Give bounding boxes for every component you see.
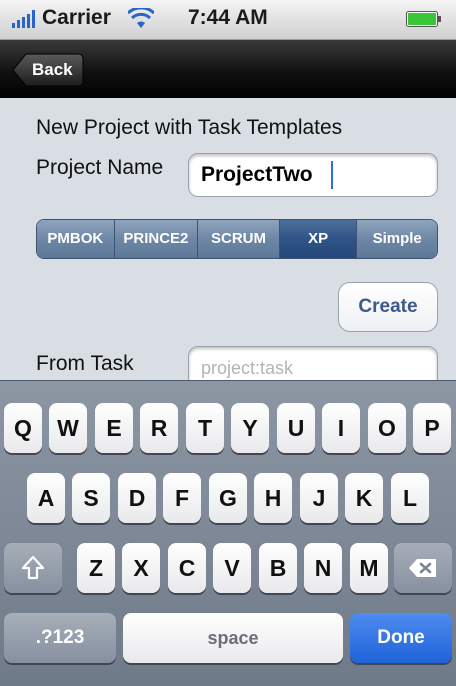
key-q[interactable]: Q bbox=[4, 403, 42, 453]
shift-icon bbox=[21, 555, 45, 580]
key-w[interactable]: W bbox=[49, 403, 87, 453]
space-key[interactable]: space bbox=[123, 613, 343, 663]
project-name-value: ProjectTwo bbox=[201, 163, 313, 186]
done-key[interactable]: Done bbox=[350, 613, 452, 663]
project-name-label: Project Name bbox=[36, 156, 164, 179]
back-button[interactable]: Back bbox=[12, 53, 84, 87]
create-button[interactable]: Create bbox=[338, 282, 438, 332]
key-i[interactable]: I bbox=[322, 403, 360, 453]
wifi-icon bbox=[128, 8, 154, 28]
text-cursor bbox=[331, 161, 333, 189]
from-task-label: From Task bbox=[36, 352, 134, 375]
key-b[interactable]: B bbox=[259, 543, 297, 593]
navigation-bar: Back bbox=[0, 40, 456, 98]
key-y[interactable]: Y bbox=[231, 403, 269, 453]
key-n[interactable]: N bbox=[304, 543, 342, 593]
key-d[interactable]: D bbox=[118, 473, 156, 523]
key-e[interactable]: E bbox=[95, 403, 133, 453]
new-project-form: New Project with Task Templates Project … bbox=[0, 98, 456, 390]
from-task-placeholder: project:task bbox=[201, 358, 294, 378]
numbers-key[interactable]: .?123 bbox=[4, 613, 116, 663]
key-f[interactable]: F bbox=[163, 473, 201, 523]
key-s[interactable]: S bbox=[72, 473, 110, 523]
status-time: 7:44 AM bbox=[188, 6, 268, 29]
key-g[interactable]: G bbox=[209, 473, 247, 523]
segment-xp[interactable]: XP bbox=[279, 220, 358, 258]
key-v[interactable]: V bbox=[213, 543, 251, 593]
key-h[interactable]: H bbox=[254, 473, 292, 523]
segment-pmbok[interactable]: PMBOK bbox=[37, 220, 115, 258]
shift-key[interactable] bbox=[4, 543, 62, 593]
project-name-field[interactable]: ProjectTwo bbox=[188, 153, 438, 197]
status-bar: Carrier 7:44 AM bbox=[0, 0, 456, 40]
key-x[interactable]: X bbox=[122, 543, 160, 593]
delete-key[interactable] bbox=[394, 543, 452, 593]
back-button-label: Back bbox=[32, 60, 73, 79]
template-segmented-control: PMBOK PRINCE2 SCRUM XP Simple bbox=[36, 219, 438, 259]
key-j[interactable]: J bbox=[300, 473, 338, 523]
key-o[interactable]: O bbox=[368, 403, 406, 453]
on-screen-keyboard: Q W E R T Y U I O P A S D F G H J K L Z … bbox=[0, 380, 456, 686]
key-m[interactable]: M bbox=[350, 543, 388, 593]
carrier-name: Carrier bbox=[42, 6, 111, 29]
battery-icon bbox=[406, 11, 441, 27]
segment-simple[interactable]: Simple bbox=[357, 220, 437, 258]
key-k[interactable]: K bbox=[345, 473, 383, 523]
key-c[interactable]: C bbox=[168, 543, 206, 593]
key-p[interactable]: P bbox=[413, 403, 451, 453]
segment-scrum[interactable]: SCRUM bbox=[198, 220, 280, 258]
key-a[interactable]: A bbox=[27, 473, 65, 523]
page-title: New Project with Task Templates bbox=[36, 116, 343, 139]
key-r[interactable]: R bbox=[140, 403, 178, 453]
key-z[interactable]: Z bbox=[77, 543, 115, 593]
key-u[interactable]: U bbox=[277, 403, 315, 453]
backspace-icon bbox=[409, 559, 436, 577]
key-t[interactable]: T bbox=[186, 403, 224, 453]
signal-icon bbox=[12, 10, 35, 28]
segment-prince2[interactable]: PRINCE2 bbox=[114, 220, 199, 258]
key-l[interactable]: L bbox=[391, 473, 429, 523]
